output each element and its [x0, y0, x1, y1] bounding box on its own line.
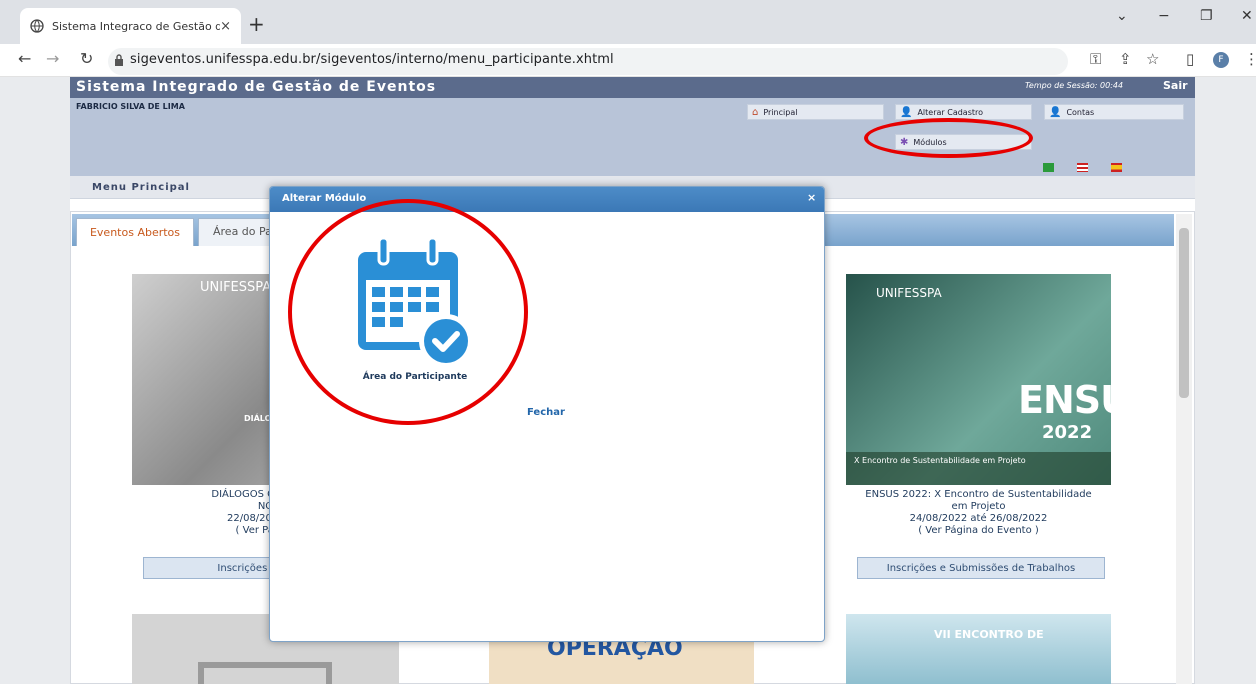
menu-icon[interactable]: ⋮ — [1244, 50, 1256, 68]
star-icon[interactable]: ☆ — [1146, 50, 1159, 68]
flag-spain-icon[interactable] — [1111, 163, 1122, 172]
highlight-circle-modulos — [864, 118, 1033, 158]
poster-banner: X Encontro de Sustentabilidade em Projet… — [846, 452, 1111, 485]
event-right-title1: ENSUS 2022: X Encontro de Sustentabilida… — [865, 489, 1092, 500]
url-text[interactable]: sigeventos.unifesspa.edu.br/sigeventos/i… — [130, 52, 614, 67]
close-tab-icon[interactable]: × — [220, 19, 231, 34]
key-icon[interactable]: ⚿ — [1090, 50, 1101, 68]
reload-icon[interactable]: ↻ — [80, 50, 93, 68]
browser-tab[interactable]: Sistema Integraco de Gestão de × — [20, 8, 241, 44]
scrollbar-thumb[interactable] — [1179, 228, 1189, 398]
browser-tab-title: Sistema Integraco de Gestão de — [52, 19, 221, 33]
session-timer: Tempo de Sessão: 00:44 — [1025, 81, 1124, 90]
home-icon: ⌂ — [752, 106, 759, 118]
event-right-title2: em Projeto — [951, 501, 1006, 512]
event-right-info: ENSUS 2022: X Encontro de Sustentabilida… — [836, 489, 1121, 537]
profile-avatar[interactable]: F — [1213, 52, 1229, 68]
back-icon[interactable]: ← — [18, 50, 31, 68]
user-name: FABRICIO SILVA DE LIMA — [76, 102, 185, 111]
event-right-link[interactable]: ( Ver Página do Evento ) — [836, 525, 1121, 537]
contas-button[interactable]: 👤 Contas — [1044, 104, 1184, 120]
system-title: Sistema Integrado de Gestão de Eventos — [76, 79, 437, 95]
dialog-close-icon[interactable]: × — [807, 192, 816, 204]
forward-icon[interactable]: → — [46, 50, 59, 68]
accounts-icon: 👤 — [1049, 106, 1062, 118]
lock-icon[interactable] — [114, 54, 124, 67]
poster-logo-text: UNIFESSPA — [876, 286, 942, 300]
flag-brazil-icon[interactable] — [1043, 163, 1054, 172]
new-tab-button[interactable]: + — [248, 14, 265, 34]
tab-area-participante[interactable]: Área do Participante — [198, 218, 278, 246]
user-icon: 👤 — [900, 106, 913, 118]
fechar-link[interactable]: Fechar — [527, 407, 565, 418]
event-right-inscricoes-button[interactable]: Inscrições e Submissões de Trabalhos — [857, 557, 1105, 579]
poster-title: VII ENCONTRO DE — [934, 628, 1044, 641]
event-right-dates: 24/08/2022 até 26/08/2022 — [909, 513, 1048, 524]
highlight-circle-module — [288, 199, 528, 425]
flag-usa-icon[interactable] — [1077, 163, 1088, 172]
logout-link[interactable]: Sair — [1163, 79, 1188, 92]
principal-button[interactable]: ⌂ Principal — [747, 104, 884, 120]
dialog-title: Alterar Módulo — [282, 193, 367, 204]
window-close-button[interactable]: ✕ — [1241, 8, 1253, 24]
poster-year: 2022 — [1042, 422, 1093, 443]
event-poster-bottom-right[interactable]: VII ENCONTRO DE — [846, 614, 1111, 684]
poster-frame — [198, 662, 332, 684]
tab-eventos-abertos[interactable]: Eventos Abertos — [76, 218, 194, 246]
poster-title: ENSUS — [1018, 378, 1157, 422]
globe-icon — [30, 19, 44, 33]
event-poster-right[interactable]: UNIFESSPA ENSUS 2022 X Encontro de Suste… — [846, 274, 1157, 485]
share-icon[interactable]: ⇪ — [1119, 50, 1132, 68]
poster-logo-text: UNIFESSPA — [200, 280, 272, 295]
minimize-button[interactable]: − — [1158, 8, 1170, 24]
restore-button[interactable]: ❐ — [1200, 8, 1213, 24]
tab-search-icon[interactable]: ⌄ — [1116, 8, 1128, 24]
side-panel-icon[interactable]: ▯ — [1186, 50, 1194, 68]
menu-title: Menu Principal — [92, 182, 190, 193]
